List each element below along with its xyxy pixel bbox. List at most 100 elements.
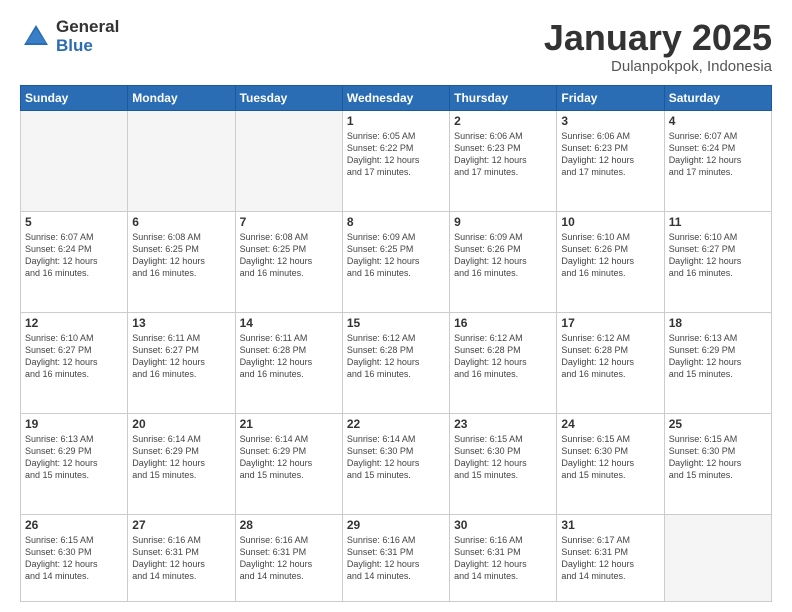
day-info: Sunrise: 6:09 AM Sunset: 6:25 PM Dayligh…: [347, 231, 445, 280]
day-number: 6: [132, 215, 230, 229]
table-row: 5Sunrise: 6:07 AM Sunset: 6:24 PM Daylig…: [21, 211, 128, 312]
day-info: Sunrise: 6:16 AM Sunset: 6:31 PM Dayligh…: [132, 534, 230, 583]
day-info: Sunrise: 6:13 AM Sunset: 6:29 PM Dayligh…: [25, 433, 123, 482]
day-number: 25: [669, 417, 767, 431]
day-info: Sunrise: 6:10 AM Sunset: 6:26 PM Dayligh…: [561, 231, 659, 280]
table-row: 27 Sunrise: 6:16 AM Sunset: 6:31 PM Dayli…: [128, 514, 235, 601]
day-number: 22: [347, 417, 445, 431]
logo: General Blue: [20, 18, 119, 55]
day-info: Sunrise: 6:11 AM Sunset: 6:28 PM Dayligh…: [240, 332, 338, 381]
calendar-week-row: 12 Sunrise: 6:10 AM Sunset: 6:27 PM Dayli…: [21, 312, 772, 413]
logo-blue-text: Blue: [56, 37, 119, 56]
day-number: 19: [25, 417, 123, 431]
table-row: 3Sunrise: 6:06 AM Sunset: 6:23 PM Daylig…: [557, 110, 664, 211]
header: General Blue January 2025 Dulanpokpok, I…: [20, 18, 772, 75]
table-row: 31 Sunrise: 6:17 AM Sunset: 6:31 PM Dayli…: [557, 514, 664, 601]
table-row: 20 Sunrise: 6:14 AM Sunset: 6:29 PM Dayli…: [128, 413, 235, 514]
day-number: 13: [132, 316, 230, 330]
day-info: Sunrise: 6:13 AM Sunset: 6:29 PM Dayligh…: [669, 332, 767, 381]
table-row: 4 Sunrise: 6:07 AM Sunset: 6:24 PM Daylig…: [664, 110, 771, 211]
table-row: 15Sunrise: 6:12 AM Sunset: 6:28 PM Dayli…: [342, 312, 449, 413]
day-info: Sunrise: 6:09 AM Sunset: 6:26 PM Dayligh…: [454, 231, 552, 280]
day-info: Sunrise: 6:10 AM Sunset: 6:27 PM Dayligh…: [669, 231, 767, 280]
header-thursday: Thursday: [450, 85, 557, 110]
table-row: 12 Sunrise: 6:10 AM Sunset: 6:27 PM Dayli…: [21, 312, 128, 413]
day-number: 10: [561, 215, 659, 229]
table-row: 16 Sunrise: 6:12 AM Sunset: 6:28 PM Dayli…: [450, 312, 557, 413]
day-info: Sunrise: 6:08 AM Sunset: 6:25 PM Dayligh…: [132, 231, 230, 280]
table-row: 29 Sunrise: 6:16 AM Sunset: 6:31 PM Dayli…: [342, 514, 449, 601]
table-row: 28Sunrise: 6:16 AM Sunset: 6:31 PM Dayli…: [235, 514, 342, 601]
table-row: [235, 110, 342, 211]
table-row: 25Sunrise: 6:15 AM Sunset: 6:30 PM Dayli…: [664, 413, 771, 514]
table-row: 30 Sunrise: 6:16 AM Sunset: 6:31 PM Dayli…: [450, 514, 557, 601]
header-tuesday: Tuesday: [235, 85, 342, 110]
table-row: [128, 110, 235, 211]
day-info: Sunrise: 6:06 AM Sunset: 6:23 PM Dayligh…: [454, 130, 552, 179]
day-number: 16: [454, 316, 552, 330]
day-info: Sunrise: 6:12 AM Sunset: 6:28 PM Dayligh…: [454, 332, 552, 381]
table-row: 2 Sunrise: 6:06 AM Sunset: 6:23 PM Daylig…: [450, 110, 557, 211]
day-number: 31: [561, 518, 659, 532]
calendar-week-row: 19 Sunrise: 6:13 AM Sunset: 6:29 PM Dayli…: [21, 413, 772, 514]
day-info: Sunrise: 6:08 AM Sunset: 6:25 PM Dayligh…: [240, 231, 338, 280]
day-number: 15: [347, 316, 445, 330]
day-number: 20: [132, 417, 230, 431]
day-info: Sunrise: 6:10 AM Sunset: 6:27 PM Dayligh…: [25, 332, 123, 381]
day-number: 7: [240, 215, 338, 229]
day-info: Sunrise: 6:14 AM Sunset: 6:29 PM Dayligh…: [132, 433, 230, 482]
day-info: Sunrise: 6:17 AM Sunset: 6:31 PM Dayligh…: [561, 534, 659, 583]
table-row: 13Sunrise: 6:11 AM Sunset: 6:27 PM Dayli…: [128, 312, 235, 413]
header-friday: Friday: [557, 85, 664, 110]
day-info: Sunrise: 6:15 AM Sunset: 6:30 PM Dayligh…: [561, 433, 659, 482]
table-row: 8Sunrise: 6:09 AM Sunset: 6:25 PM Daylig…: [342, 211, 449, 312]
table-row: 23Sunrise: 6:15 AM Sunset: 6:30 PM Dayli…: [450, 413, 557, 514]
title-block: January 2025 Dulanpokpok, Indonesia: [544, 18, 772, 75]
day-number: 11: [669, 215, 767, 229]
day-number: 14: [240, 316, 338, 330]
table-row: 17 Sunrise: 6:12 AM Sunset: 6:28 PM Dayli…: [557, 312, 664, 413]
logo-general-text: General: [56, 18, 119, 37]
table-row: 18 Sunrise: 6:13 AM Sunset: 6:29 PM Dayli…: [664, 312, 771, 413]
table-row: 7 Sunrise: 6:08 AM Sunset: 6:25 PM Daylig…: [235, 211, 342, 312]
day-info: Sunrise: 6:15 AM Sunset: 6:30 PM Dayligh…: [454, 433, 552, 482]
calendar-week-row: 5Sunrise: 6:07 AM Sunset: 6:24 PM Daylig…: [21, 211, 772, 312]
day-number: 24: [561, 417, 659, 431]
table-row: [21, 110, 128, 211]
calendar-page: General Blue January 2025 Dulanpokpok, I…: [0, 0, 792, 612]
header-saturday: Saturday: [664, 85, 771, 110]
table-row: 19 Sunrise: 6:13 AM Sunset: 6:29 PM Dayli…: [21, 413, 128, 514]
table-row: 10 Sunrise: 6:10 AM Sunset: 6:26 PM Dayli…: [557, 211, 664, 312]
day-number: 9: [454, 215, 552, 229]
day-number: 4: [669, 114, 767, 128]
day-number: 29: [347, 518, 445, 532]
day-number: 12: [25, 316, 123, 330]
day-number: 2: [454, 114, 552, 128]
table-row: 24 Sunrise: 6:15 AM Sunset: 6:30 PM Dayli…: [557, 413, 664, 514]
day-info: Sunrise: 6:07 AM Sunset: 6:24 PM Dayligh…: [669, 130, 767, 179]
day-number: 18: [669, 316, 767, 330]
table-row: 14 Sunrise: 6:11 AM Sunset: 6:28 PM Dayli…: [235, 312, 342, 413]
calendar-week-row: 1Sunrise: 6:05 AM Sunset: 6:22 PM Daylig…: [21, 110, 772, 211]
day-number: 17: [561, 316, 659, 330]
day-info: Sunrise: 6:16 AM Sunset: 6:31 PM Dayligh…: [347, 534, 445, 583]
day-info: Sunrise: 6:16 AM Sunset: 6:31 PM Dayligh…: [454, 534, 552, 583]
day-number: 21: [240, 417, 338, 431]
day-number: 30: [454, 518, 552, 532]
table-row: 6 Sunrise: 6:08 AM Sunset: 6:25 PM Daylig…: [128, 211, 235, 312]
table-row: 9 Sunrise: 6:09 AM Sunset: 6:26 PM Daylig…: [450, 211, 557, 312]
day-info: Sunrise: 6:14 AM Sunset: 6:29 PM Dayligh…: [240, 433, 338, 482]
day-info: Sunrise: 6:14 AM Sunset: 6:30 PM Dayligh…: [347, 433, 445, 482]
day-number: 27: [132, 518, 230, 532]
table-row: 1Sunrise: 6:05 AM Sunset: 6:22 PM Daylig…: [342, 110, 449, 211]
calendar-title: January 2025: [544, 18, 772, 58]
day-number: 26: [25, 518, 123, 532]
header-wednesday: Wednesday: [342, 85, 449, 110]
day-info: Sunrise: 6:06 AM Sunset: 6:23 PM Dayligh…: [561, 130, 659, 179]
day-number: 5: [25, 215, 123, 229]
calendar-table: Sunday Monday Tuesday Wednesday Thursday…: [20, 85, 772, 602]
table-row: 22 Sunrise: 6:14 AM Sunset: 6:30 PM Dayli…: [342, 413, 449, 514]
header-monday: Monday: [128, 85, 235, 110]
day-info: Sunrise: 6:12 AM Sunset: 6:28 PM Dayligh…: [561, 332, 659, 381]
table-row: 11 Sunrise: 6:10 AM Sunset: 6:27 PM Dayli…: [664, 211, 771, 312]
